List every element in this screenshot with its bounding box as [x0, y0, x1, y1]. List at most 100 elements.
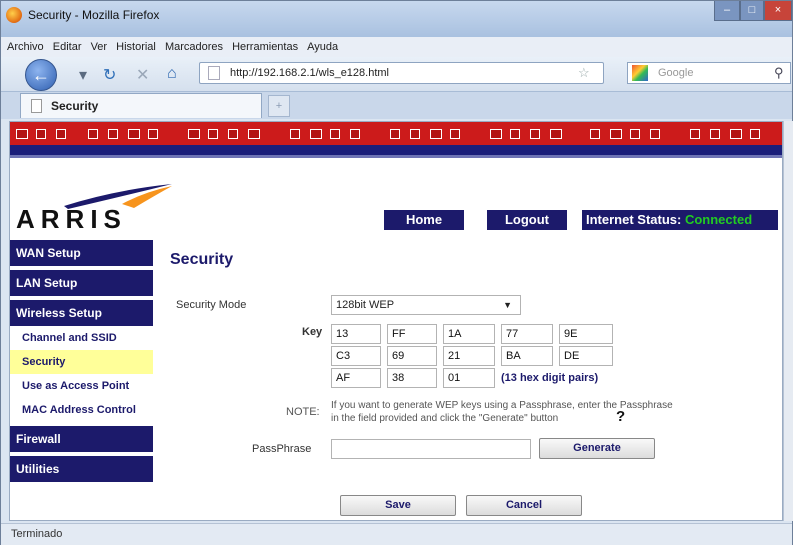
header-pattern-block — [510, 129, 520, 139]
home-icon[interactable]: ⌂ — [167, 65, 177, 83]
header-pattern-block — [730, 129, 742, 139]
key-field-2-2[interactable]: 69 — [387, 346, 437, 366]
header-pattern-block — [450, 129, 460, 139]
sidebar-wireless-setup[interactable]: Wireless Setup — [10, 300, 153, 326]
key-field-2-1[interactable]: C3 — [331, 346, 381, 366]
header-pattern-block — [330, 129, 340, 139]
internet-status-label: Internet Status: — [586, 212, 682, 227]
back-icon[interactable]: ← — [25, 59, 57, 91]
status-bar: Terminado — [1, 523, 792, 545]
page-content: ARRIS Home Logout Internet Status: Conne… — [9, 121, 783, 521]
menu-marcadores[interactable]: Marcadores — [165, 41, 223, 53]
header-pattern-block — [650, 129, 660, 139]
logout-button[interactable]: Logout — [487, 210, 567, 230]
menu-bar: Archivo Editar Ver Historial Marcadores … — [1, 37, 792, 57]
generate-button[interactable]: Generate — [539, 438, 655, 459]
header-pattern-block — [88, 129, 98, 139]
menu-herramientas[interactable]: Herramientas — [232, 41, 298, 53]
header-pattern-block — [610, 129, 622, 139]
key-hint: (13 hex digit pairs) — [501, 372, 599, 384]
sidebar-item-security[interactable]: Security — [10, 350, 153, 374]
logo-text: ARRIS — [16, 204, 127, 234]
header-pattern-block — [208, 129, 218, 139]
sidebar-lan-setup[interactable]: LAN Setup — [10, 270, 153, 296]
url-bar[interactable]: http://192.168.2.1/wls_e128.html ☆ — [199, 62, 604, 84]
header-pattern-block — [56, 129, 66, 139]
stop-icon[interactable]: ✕ — [136, 65, 149, 85]
key-field-1-1[interactable]: 13 — [331, 324, 381, 344]
key-field-2-5[interactable]: DE — [559, 346, 613, 366]
arris-logo: ARRIS — [16, 182, 186, 234]
minimize-button[interactable]: – — [714, 1, 740, 21]
security-mode-select[interactable]: 128bit WEP ▼ — [331, 295, 521, 315]
passphrase-input[interactable] — [331, 439, 531, 459]
menu-editar[interactable]: Editar — [53, 41, 82, 53]
close-button[interactable]: × — [764, 1, 792, 21]
note-label: NOTE: — [286, 406, 320, 418]
page-icon — [208, 66, 220, 80]
title-bar: Security - Mozilla Firefox – □ × — [1, 1, 792, 37]
header-pattern-block — [310, 129, 322, 139]
key-field-1-5[interactable]: 9E — [559, 324, 613, 344]
header-pattern-block — [410, 129, 420, 139]
forward-dropdown-icon[interactable]: ▾ — [79, 65, 87, 85]
url-text: http://192.168.2.1/wls_e128.html — [230, 67, 389, 79]
key-field-1-3[interactable]: 1A — [443, 324, 495, 344]
key-field-3-2[interactable]: 38 — [387, 368, 437, 388]
header-red-band — [10, 122, 782, 145]
cancel-button[interactable]: Cancel — [466, 495, 582, 516]
menu-historial[interactable]: Historial — [116, 41, 156, 53]
tab-page-icon — [31, 99, 42, 113]
bookmark-star-icon[interactable]: ☆ — [578, 65, 590, 81]
search-input[interactable]: Google ⚲ — [627, 62, 791, 84]
menu-ver[interactable]: Ver — [91, 41, 108, 53]
sidebar-firewall[interactable]: Firewall — [10, 426, 153, 452]
key-field-1-4[interactable]: 77 — [501, 324, 553, 344]
header-pattern-block — [550, 129, 562, 139]
security-mode-label: Security Mode — [176, 299, 247, 311]
maximize-button[interactable]: □ — [740, 1, 764, 21]
chevron-down-icon: ▼ — [503, 300, 512, 310]
search-engine-icon[interactable] — [632, 65, 648, 81]
menu-archivo[interactable]: Archivo — [7, 41, 44, 53]
key-field-3-3[interactable]: 01 — [443, 368, 495, 388]
sidebar-wan-setup[interactable]: WAN Setup — [10, 240, 153, 266]
new-tab-button[interactable]: + — [268, 95, 290, 117]
key-field-2-4[interactable]: BA — [501, 346, 553, 366]
header-pattern-block — [128, 129, 140, 139]
header-pattern-block — [390, 129, 400, 139]
sidebar-item-mac-control[interactable]: MAC Address Control — [10, 398, 153, 422]
header-pattern-block — [590, 129, 600, 139]
header-pattern-block — [248, 129, 260, 139]
header-pattern-block — [430, 129, 442, 139]
search-icon[interactable]: ⚲ — [774, 65, 784, 81]
sidebar-item-channel-ssid[interactable]: Channel and SSID — [10, 326, 153, 350]
menu-ayuda[interactable]: Ayuda — [307, 41, 338, 53]
key-field-3-1[interactable]: AF — [331, 368, 381, 388]
window-title: Security - Mozilla Firefox — [28, 8, 160, 22]
internet-status: Internet Status: Connected — [582, 210, 778, 230]
page-title: Security — [170, 251, 234, 268]
key-field-2-3[interactable]: 21 — [443, 346, 495, 366]
header-pattern-block — [16, 129, 28, 139]
key-field-1-2[interactable]: FF — [387, 324, 437, 344]
header-pattern-block — [690, 129, 700, 139]
security-mode-value: 128bit WEP — [336, 299, 395, 311]
header-pattern-block — [710, 129, 720, 139]
sidebar-utilities[interactable]: Utilities — [10, 456, 153, 482]
note-text-line2: in the field provided and click the "Gen… — [331, 413, 559, 424]
reload-icon[interactable]: ↻ — [103, 65, 116, 85]
save-button[interactable]: Save — [340, 495, 456, 516]
vertical-scrollbar[interactable] — [783, 121, 793, 521]
header-pattern-block — [630, 129, 640, 139]
tab-security[interactable]: Security — [20, 93, 262, 118]
search-placeholder: Google — [658, 67, 694, 79]
help-icon[interactable]: ? — [616, 408, 625, 425]
header-pattern-block — [350, 129, 360, 139]
header-pattern-block — [148, 129, 158, 139]
home-button[interactable]: Home — [384, 210, 464, 230]
header-pattern-block — [188, 129, 200, 139]
header-stripe — [10, 155, 782, 158]
browser-window: Security - Mozilla Firefox – □ × Archivo… — [0, 0, 793, 545]
sidebar-item-access-point[interactable]: Use as Access Point — [10, 374, 153, 398]
